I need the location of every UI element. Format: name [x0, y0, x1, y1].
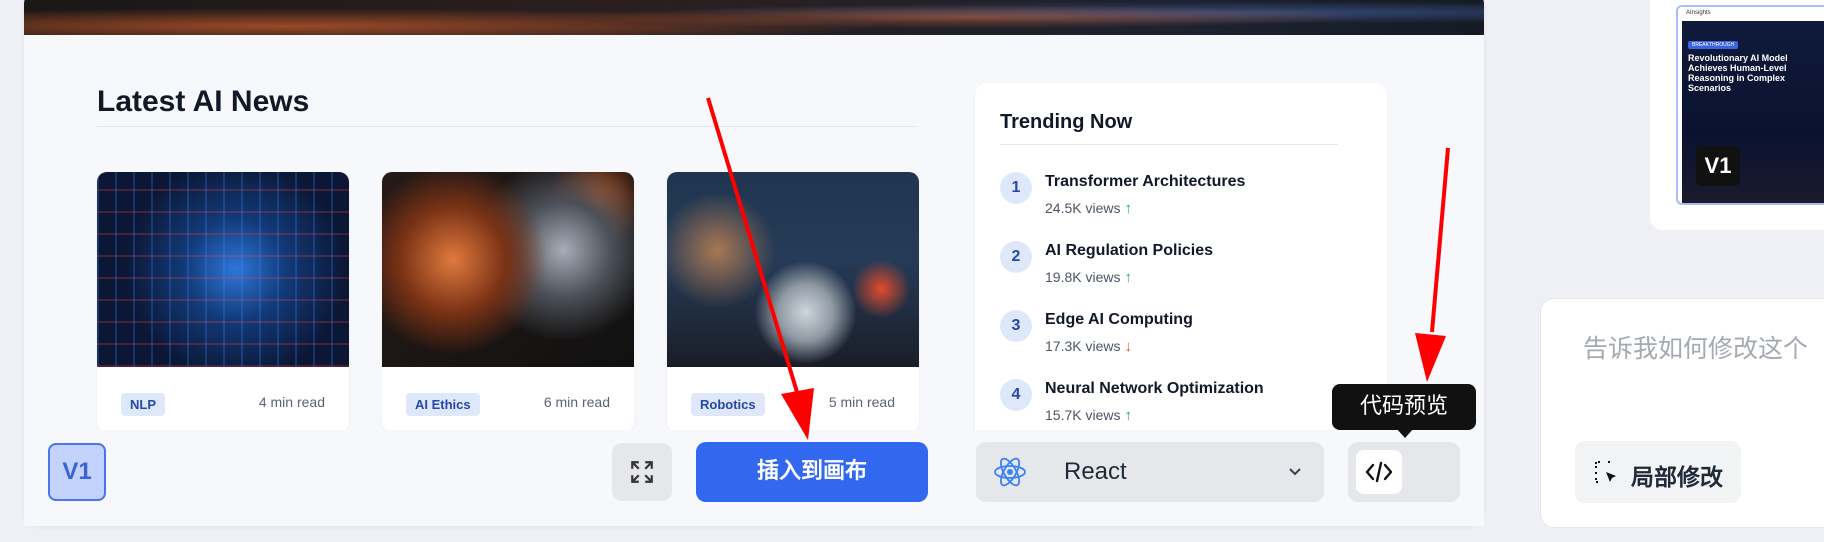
view-count: 15.7K views ↑: [1045, 407, 1132, 424]
version-badge[interactable]: V1: [48, 443, 106, 501]
rank-badge: 1: [1000, 172, 1032, 204]
card-image: [97, 172, 349, 367]
news-card[interactable]: NLP 4 min read: [97, 172, 349, 432]
react-logo-icon: [994, 457, 1026, 487]
expand-icon: [631, 461, 653, 483]
thumbnail-tag: BREAKTHROUGH: [1688, 41, 1739, 49]
code-preview-button[interactable]: [1348, 442, 1460, 502]
fullscreen-button[interactable]: [612, 443, 672, 501]
view-count: 24.5K views ↑: [1045, 200, 1132, 217]
section-title: Latest AI News: [97, 85, 310, 118]
chevron-down-icon: [1289, 468, 1301, 476]
news-card[interactable]: Robotics 5 min read: [667, 172, 919, 432]
trending-title: Trending Now: [1000, 111, 1133, 133]
trend-up-icon: ↑: [1124, 200, 1132, 217]
trend-up-icon: ↑: [1124, 407, 1132, 424]
trending-item-title: Transformer Architectures: [1045, 173, 1246, 190]
read-time: 4 min read: [258, 394, 325, 410]
trending-panel: Trending Now 1 Transformer Architectures…: [975, 83, 1387, 443]
prompt-placeholder[interactable]: 告诉我如何修改这个: [1583, 329, 1808, 365]
trending-item[interactable]: 3 Edge AI Computing 17.3K views ↓: [1000, 310, 1370, 370]
trending-item-title: Neural Network Optimization: [1045, 380, 1264, 397]
category-tag: NLP: [121, 393, 165, 416]
view-count: 17.3K views ↓: [1045, 338, 1132, 355]
trending-item[interactable]: 2 AI Regulation Policies 19.8K views ↑: [1000, 241, 1370, 301]
thumbnail-headline: Revolutionary AI Model Achieves Human-Le…: [1688, 53, 1788, 93]
rank-badge: 4: [1000, 379, 1032, 411]
tooltip-arrow: [1396, 428, 1414, 438]
trending-divider: [1000, 144, 1338, 145]
insert-to-canvas-button[interactable]: 插入到画布: [696, 442, 928, 502]
code-icon: [1365, 461, 1393, 483]
category-tag: AI Ethics: [406, 393, 480, 416]
trending-item[interactable]: 1 Transformer Architectures 24.5K views ↑: [1000, 172, 1370, 232]
trend-up-icon: ↑: [1124, 269, 1132, 286]
rank-badge: 2: [1000, 241, 1032, 273]
prompt-box[interactable]: 告诉我如何修改这个 局部修改: [1540, 298, 1824, 528]
code-icon-wrap: [1356, 450, 1402, 494]
view-count: 19.8K views ↑: [1045, 269, 1132, 286]
news-card[interactable]: AI Ethics 6 min read: [382, 172, 634, 432]
rank-badge: 3: [1000, 310, 1032, 342]
code-preview-tooltip: 代码预览: [1332, 384, 1476, 430]
select-area-icon: [1595, 461, 1616, 483]
framework-select[interactable]: React: [976, 442, 1324, 502]
hero-image-strip: [24, 0, 1484, 35]
category-tag: Robotics: [691, 393, 765, 416]
framework-value: React: [1064, 458, 1127, 485]
trend-down-icon: ↓: [1124, 338, 1132, 355]
partial-edit-label: 局部修改: [1631, 465, 1723, 491]
read-time: 6 min read: [543, 394, 610, 410]
trending-item-title: AI Regulation Policies: [1045, 242, 1214, 259]
card-image: [667, 172, 919, 367]
thumbnail-logo: AInsights: [1686, 10, 1711, 16]
partial-edit-button[interactable]: 局部修改: [1575, 441, 1741, 503]
section-divider: [97, 126, 917, 127]
card-image: [382, 172, 634, 367]
read-time: 5 min read: [828, 394, 895, 410]
thumbnail-nav: AInsights: [1678, 7, 1824, 19]
trending-item-title: Edge AI Computing: [1045, 311, 1193, 328]
thumbnail-version-badge: V1: [1696, 146, 1740, 186]
